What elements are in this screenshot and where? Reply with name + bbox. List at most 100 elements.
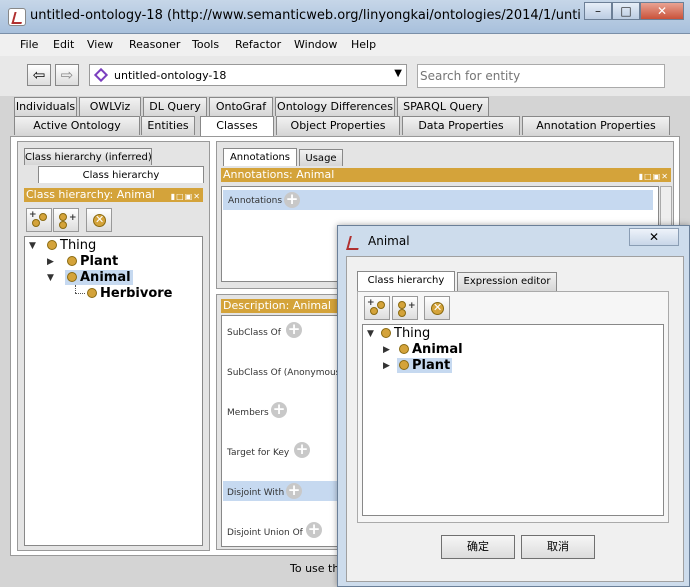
delete-class-icon	[93, 213, 106, 227]
class-icon	[399, 344, 409, 354]
tab-active-ontology[interactable]: Active Ontology	[14, 116, 140, 135]
tree-node-thing[interactable]: Thing	[47, 238, 96, 253]
menu-window[interactable]: Window	[294, 38, 337, 51]
menu-view[interactable]: View	[87, 38, 113, 51]
dialog-body: Class hierarchy Expression editor + + ▼ …	[346, 256, 684, 582]
add-member-button[interactable]: +	[271, 402, 287, 418]
annotations-header: Annotations: Animal ▮□▣✕	[221, 168, 671, 182]
dialog-delete-class-button[interactable]	[424, 296, 450, 320]
dialog-add-subclass-button[interactable]: +	[364, 296, 390, 320]
menu-reasoner[interactable]: Reasoner	[129, 38, 180, 51]
forward-button[interactable]: ⇨	[55, 64, 79, 86]
tree-connector	[75, 285, 76, 293]
tree-node-label: Thing	[60, 238, 97, 253]
protege-app-icon	[346, 236, 362, 250]
close-window-button[interactable]: ✕	[640, 2, 684, 20]
add-sibling-button[interactable]: +	[53, 208, 79, 232]
section-subclass-of: SubClass Of	[227, 328, 281, 338]
dialog-title: Animal	[368, 234, 410, 248]
add-target-for-key-button[interactable]: +	[294, 442, 310, 458]
expand-thing-icon[interactable]: ▼	[367, 329, 374, 339]
toolbar: ⇦ ⇨ untitled-ontology-18 ▼	[0, 56, 690, 96]
tab-owlviz[interactable]: OWLViz	[79, 97, 141, 116]
section-members: Members	[227, 408, 269, 418]
class-selector-dialog: Animal ✕ Class hierarchy Expression edit…	[337, 225, 690, 587]
class-icon	[87, 288, 97, 298]
dialog-tree-node-thing[interactable]: Thing	[381, 326, 430, 341]
menu-tools[interactable]: Tools	[192, 38, 219, 51]
add-disjoint-union-button[interactable]: +	[306, 522, 322, 538]
tab-ontograf[interactable]: OntoGraf	[209, 97, 273, 116]
tab-annotation-properties[interactable]: Annotation Properties	[522, 116, 670, 135]
class-icon	[398, 309, 406, 317]
expand-plant-icon[interactable]: ▶	[383, 361, 390, 371]
add-sibling-icon	[59, 213, 67, 221]
add-subclass-of-button[interactable]: +	[286, 322, 302, 338]
tree-node-label: Animal	[412, 342, 463, 357]
tab-individuals[interactable]: Individuals	[14, 97, 77, 116]
chevron-down-icon[interactable]: ▼	[394, 68, 402, 79]
add-sibling-icon	[398, 301, 406, 309]
expand-animal-icon[interactable]: ▶	[383, 345, 390, 355]
tree-node-herbivore[interactable]: Herbivore	[87, 286, 173, 301]
annotations-label: Annotations	[228, 196, 283, 206]
tab-usage[interactable]: Usage	[299, 149, 343, 166]
ontology-name: untitled-ontology-18	[114, 69, 227, 82]
add-disjoint-with-button[interactable]: +	[286, 483, 302, 499]
annotations-title: Annotations: Animal	[223, 168, 335, 181]
menu-refactor[interactable]: Refactor	[235, 38, 281, 51]
cancel-button[interactable]: 取消	[521, 535, 595, 559]
tab-class-hierarchy[interactable]: Class hierarchy	[38, 166, 204, 183]
plus-icon: +	[367, 298, 375, 308]
dialog-close-button[interactable]: ✕	[629, 228, 679, 246]
maximize-button[interactable]: □	[612, 2, 640, 20]
tab-dialog-class-hierarchy[interactable]: Class hierarchy	[357, 271, 455, 291]
tab-classes[interactable]: Classes	[200, 116, 274, 137]
ok-button[interactable]: 确定	[441, 535, 515, 559]
tab-ontology-differences[interactable]: Ontology Differences	[275, 97, 395, 116]
tab-sparql-query[interactable]: SPARQL Query	[397, 97, 489, 116]
tree-node-plant[interactable]: Plant	[67, 254, 118, 269]
add-subclass-button[interactable]: +	[26, 208, 52, 232]
menu-help[interactable]: Help	[351, 38, 376, 51]
tab-annotations[interactable]: Annotations	[223, 148, 297, 166]
plus-icon: +	[29, 210, 37, 220]
dialog-add-sibling-button[interactable]: +	[392, 296, 418, 320]
description-title: Description: Animal	[223, 299, 331, 312]
section-disjoint-union-of: Disjoint Union Of	[227, 528, 303, 538]
ontology-selector[interactable]: untitled-ontology-18 ▼	[89, 64, 407, 86]
class-hierarchy-header: Class hierarchy: Animal ▮□▣✕	[24, 188, 203, 202]
tab-entities[interactable]: Entities	[141, 116, 195, 135]
tree-node-label: Plant	[412, 358, 451, 373]
tab-dl-query[interactable]: DL Query	[143, 97, 207, 116]
class-tree: ▼ Thing ▶ Plant ▼ Animal Herbivore	[24, 236, 203, 546]
view-controls[interactable]: ▮□▣✕	[171, 190, 201, 202]
view-controls[interactable]: ▮□▣✕	[639, 170, 669, 182]
tab-object-properties[interactable]: Object Properties	[276, 116, 400, 135]
tab-data-properties[interactable]: Data Properties	[402, 116, 520, 135]
add-subclass-icon	[32, 219, 40, 227]
expand-plant-icon[interactable]: ▶	[47, 257, 54, 267]
section-disjoint-with: Disjoint With	[227, 488, 285, 498]
back-button[interactable]: ⇦	[27, 64, 51, 86]
tab-expression-editor[interactable]: Expression editor	[457, 272, 557, 291]
expand-thing-icon[interactable]: ▼	[29, 241, 36, 251]
delete-class-button[interactable]	[86, 208, 112, 232]
plus-icon: +	[69, 213, 77, 223]
add-annotation-button[interactable]: +	[284, 192, 300, 208]
menu-edit[interactable]: Edit	[53, 38, 74, 51]
tree-node-label: Plant	[80, 254, 119, 269]
dialog-tree-node-plant[interactable]: Plant	[397, 358, 453, 373]
delete-class-icon	[431, 301, 444, 315]
plus-icon: +	[408, 301, 416, 311]
expand-animal-icon[interactable]: ▼	[47, 273, 54, 283]
add-subclass-icon	[370, 307, 378, 315]
menu-file[interactable]: File	[20, 38, 38, 51]
section-target-for-key: Target for Key	[227, 448, 290, 458]
minimize-button[interactable]: –	[584, 2, 612, 20]
tab-class-hierarchy-inferred[interactable]: Class hierarchy (inferred)	[24, 148, 152, 165]
dialog-hierarchy-pane: + + ▼ Thing ▶ Animal ▶ Plant	[357, 291, 669, 523]
tree-node-animal[interactable]: Animal	[65, 270, 133, 285]
search-input[interactable]	[417, 64, 665, 88]
dialog-tree-node-animal[interactable]: Animal	[399, 342, 463, 357]
